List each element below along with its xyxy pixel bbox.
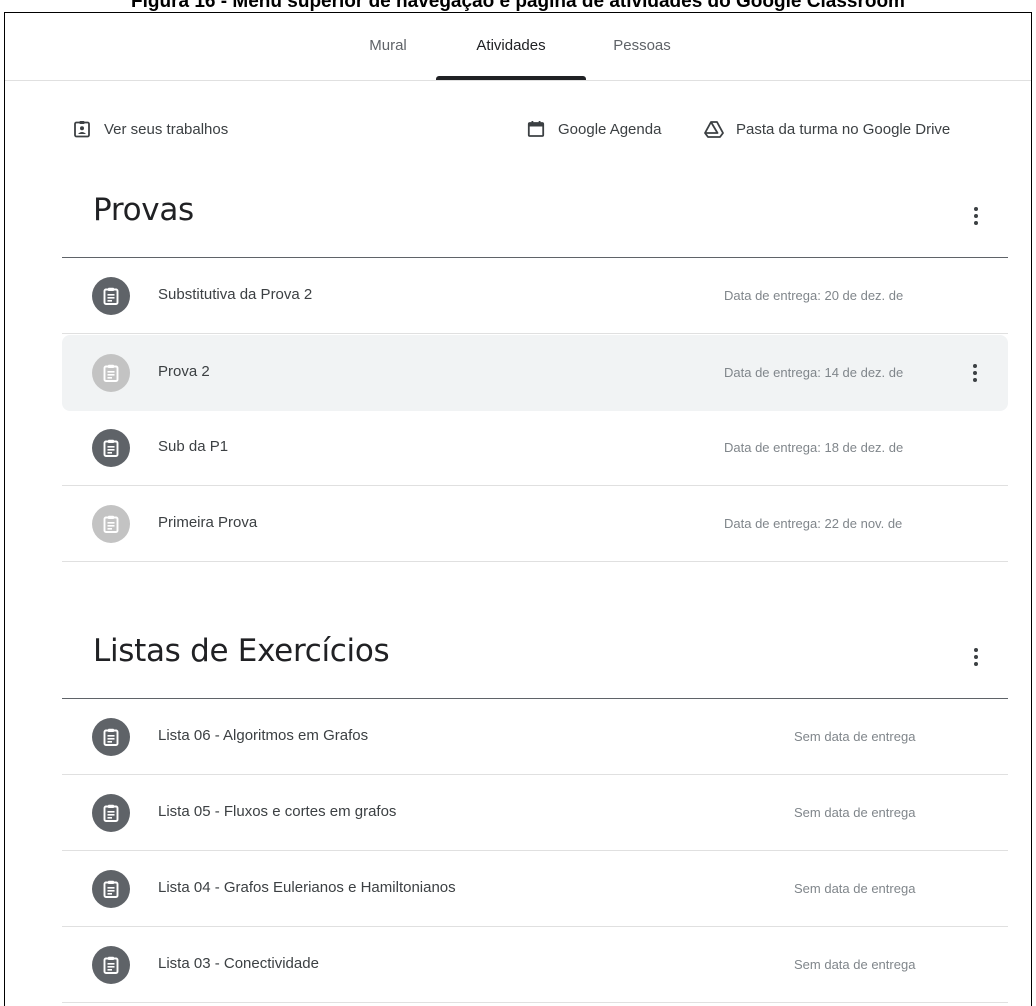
list-item[interactable]: Lista 03 - Conectividade Sem data de entr… [62,927,1008,1003]
item-title: Lista 03 - Conectividade [158,955,319,972]
section-title-provas: Provas [93,192,194,228]
item-due-date: Sem data de entrega [794,881,916,896]
assignment-icon [92,354,130,392]
assignment-icon [92,277,130,315]
assignment-icon [92,946,130,984]
tab-pessoas[interactable]: Pessoas [604,13,680,81]
calendar-icon [526,119,546,139]
item-title: Primeira Prova [158,514,258,531]
item-due-date: Data de entrega: 22 de nov. de [724,516,903,531]
item-title: Substitutiva da Prova 2 [158,286,313,303]
section-title-listas: Listas de Exercícios [93,633,390,669]
list-item[interactable]: Substitutiva da Prova 2 Data de entrega: … [62,258,1008,334]
item-due-date: Sem data de entrega [794,805,916,820]
section-options-kebab-icon[interactable] [964,204,988,228]
active-tab-indicator [436,76,586,80]
drive-folder-link[interactable]: Pasta da turma no Google Drive [704,117,950,141]
assignment-ind-icon [72,119,92,139]
classroom-window: Mural Atividades Pessoas Ver seus trabal… [4,12,1032,1006]
item-options-kebab-icon[interactable] [963,361,987,385]
item-title: Lista 05 - Fluxos e cortes em grafos [158,803,397,820]
assignment-icon [92,505,130,543]
google-drive-icon [704,119,724,139]
view-your-work-label: Ver seus trabalhos [104,120,229,138]
item-due-date: Sem data de entrega [794,729,916,744]
item-due-date: Data de entrega: 20 de dez. de [724,288,904,303]
item-due-date: Data de entrega: 14 de dez. de [724,365,904,380]
list-item[interactable]: Lista 04 - Grafos Eulerianos e Hamiltoni… [62,851,1008,927]
assignment-icon [92,429,130,467]
list-item[interactable]: Lista 06 - Algoritmos em Grafos Sem data … [62,699,1008,775]
item-title: Prova 2 [158,363,210,380]
google-calendar-link[interactable]: Google Agenda [526,117,661,141]
assignment-icon [92,870,130,908]
item-title: Sub da P1 [158,438,229,455]
assignment-icon [92,794,130,832]
section-options-kebab-icon[interactable] [964,645,988,669]
drive-folder-label: Pasta da turma no Google Drive [736,120,951,138]
item-due-date: Data de entrega: 18 de dez. de [724,440,904,455]
item-due-date: Sem data de entrega [794,957,916,972]
top-nav-tabs: Mural Atividades Pessoas [5,13,1031,81]
item-title: Lista 04 - Grafos Eulerianos e Hamiltoni… [158,879,456,896]
list-item[interactable]: Sub da P1 Data de entrega: 18 de dez. de [62,410,1008,486]
tab-mural[interactable]: Mural [357,13,419,81]
list-item[interactable]: Primeira Prova Data de entrega: 22 de nov… [62,486,1008,562]
item-title: Lista 06 - Algoritmos em Grafos [158,727,369,744]
assignment-icon [92,718,130,756]
list-item[interactable]: Lista 05 - Fluxos e cortes em grafos Sem … [62,775,1008,851]
google-calendar-label: Google Agenda [558,120,662,138]
list-item[interactable]: Prova 2 Data de entrega: 14 de dez. de [62,335,1008,411]
view-your-work-link[interactable]: Ver seus trabalhos [72,117,228,141]
tab-atividades[interactable]: Atividades [459,13,563,81]
